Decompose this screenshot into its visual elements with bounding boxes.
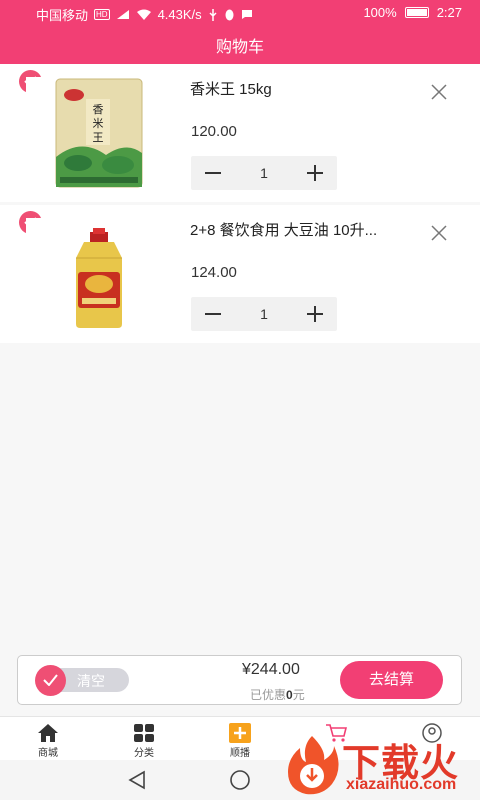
flame-logo-icon <box>288 736 339 795</box>
usb-icon <box>209 8 217 21</box>
quantity-stepper: 1 <box>191 156 337 190</box>
tab-category[interactable]: 分类 <box>96 717 192 761</box>
clear-label: 清空 <box>77 673 105 689</box>
item-name[interactable]: 2+8 餐饮食用 大豆油 10升... <box>190 219 420 240</box>
tab-mall[interactable]: 商城 <box>0 717 96 761</box>
grid-icon <box>134 724 154 742</box>
battery-icon <box>404 7 429 18</box>
home-circle-icon[interactable] <box>229 770 251 790</box>
battery-percent: 100% <box>363 5 397 20</box>
quantity-value[interactable]: 1 <box>235 165 293 181</box>
app-header: 中国移动 HD 4.43K/s 100% 2:27 购物车 <box>0 0 480 64</box>
network-speed: 4.43K/s <box>157 7 202 22</box>
svg-text:香: 香 <box>93 103 104 116</box>
decrease-button[interactable] <box>191 156 235 190</box>
rice-bag-image: 香 米 王 <box>55 78 143 188</box>
tab-shunbo[interactable]: 顺播 <box>192 717 288 761</box>
quantity-stepper: 1 <box>191 297 337 331</box>
signal-icon <box>116 10 129 19</box>
tab-label: 商城 <box>38 748 58 759</box>
increase-button[interactable] <box>293 297 337 331</box>
discount-text: 已优惠0元 <box>250 686 305 703</box>
discount-value: 0 <box>286 688 293 702</box>
cart-item: 2+8 餐饮食用 大豆油 10升... 124.00 1 <box>0 205 480 343</box>
discount-prefix: 已优惠 <box>250 688 287 702</box>
discount-suffix: 元 <box>292 688 305 702</box>
tab-label: 分类 <box>134 748 154 759</box>
decrease-button[interactable] <box>191 297 235 331</box>
close-icon <box>431 225 447 241</box>
product-image-oil[interactable] <box>26 218 172 330</box>
cart-item: 香 米 王 香米王 15kg 120.00 1 <box>0 64 480 202</box>
svg-text:米: 米 <box>93 117 104 130</box>
clock: 2:27 <box>436 5 462 20</box>
carrier-name: 中国移动 <box>36 8 89 23</box>
quantity-value[interactable]: 1 <box>235 306 293 322</box>
item-price: 124.00 <box>191 264 237 281</box>
checkmark-icon <box>43 674 58 686</box>
remove-item-button[interactable] <box>429 223 449 243</box>
checkout-bar: 清空 ¥244.00 已优惠0元 去结算 <box>17 655 462 705</box>
item-price: 120.00 <box>191 123 237 140</box>
product-image-rice[interactable]: 香 米 王 <box>26 77 172 189</box>
wifi-icon <box>136 9 151 20</box>
watermark: 下载火 xiazaihuo.com <box>282 730 478 798</box>
page-title: 购物车 <box>215 39 264 56</box>
clear-cart-toggle[interactable]: 清空 <box>35 665 129 696</box>
close-icon <box>431 84 447 100</box>
qq-icon <box>225 9 234 20</box>
message-icon <box>241 10 252 19</box>
tab-label: 顺播 <box>230 748 250 759</box>
remove-item-button[interactable] <box>429 82 449 102</box>
svg-text:王: 王 <box>93 131 104 144</box>
total-price: ¥244.00 <box>242 661 300 678</box>
item-name[interactable]: 香米王 15kg <box>190 78 420 99</box>
checkout-button[interactable]: 去结算 <box>340 661 443 699</box>
plus-box-icon <box>229 723 251 743</box>
network-badge: HD <box>94 9 110 20</box>
home-icon <box>38 724 58 742</box>
oil-bottle-image <box>76 228 122 328</box>
back-icon[interactable] <box>128 770 146 790</box>
status-bar: 中国移动 HD 4.43K/s 100% 2:27 <box>0 0 480 26</box>
select-all-checkbox[interactable] <box>35 665 66 696</box>
watermark-url: xiazaihuo.com <box>346 776 457 793</box>
increase-button[interactable] <box>293 156 337 190</box>
